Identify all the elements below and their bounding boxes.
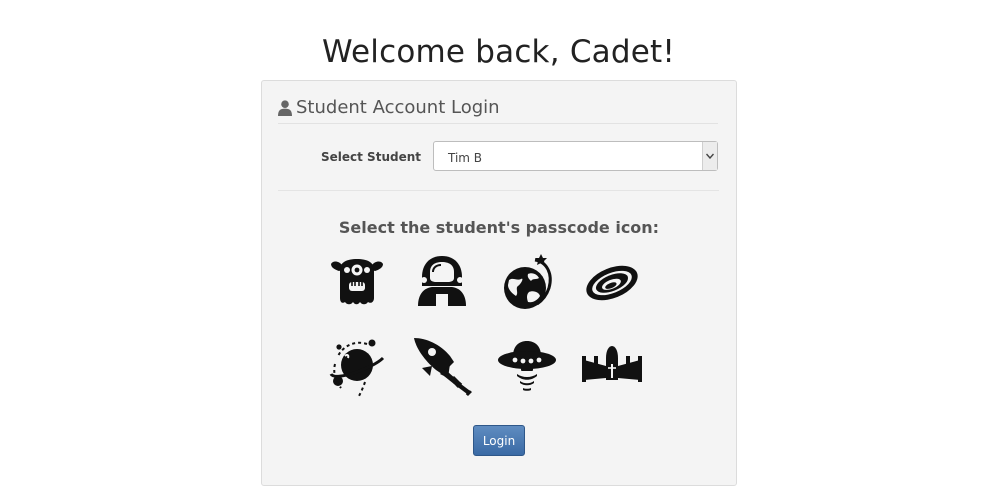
alien-monster-icon[interactable] <box>325 250 389 314</box>
astronaut-helmet-icon[interactable] <box>410 250 474 314</box>
page-title: Welcome back, Cadet! <box>321 34 675 70</box>
galaxy-icon[interactable] <box>580 250 644 314</box>
planet-earth-icon[interactable] <box>495 250 559 314</box>
login-button[interactable]: Login <box>473 425 525 456</box>
ufo-icon[interactable] <box>495 334 559 398</box>
starfighter-icon[interactable] <box>580 334 644 398</box>
rocket-icon[interactable] <box>410 334 474 398</box>
login-panel: Student Account Login Select Student Tim… <box>261 80 737 486</box>
planet-orbit-icon[interactable] <box>325 334 389 398</box>
